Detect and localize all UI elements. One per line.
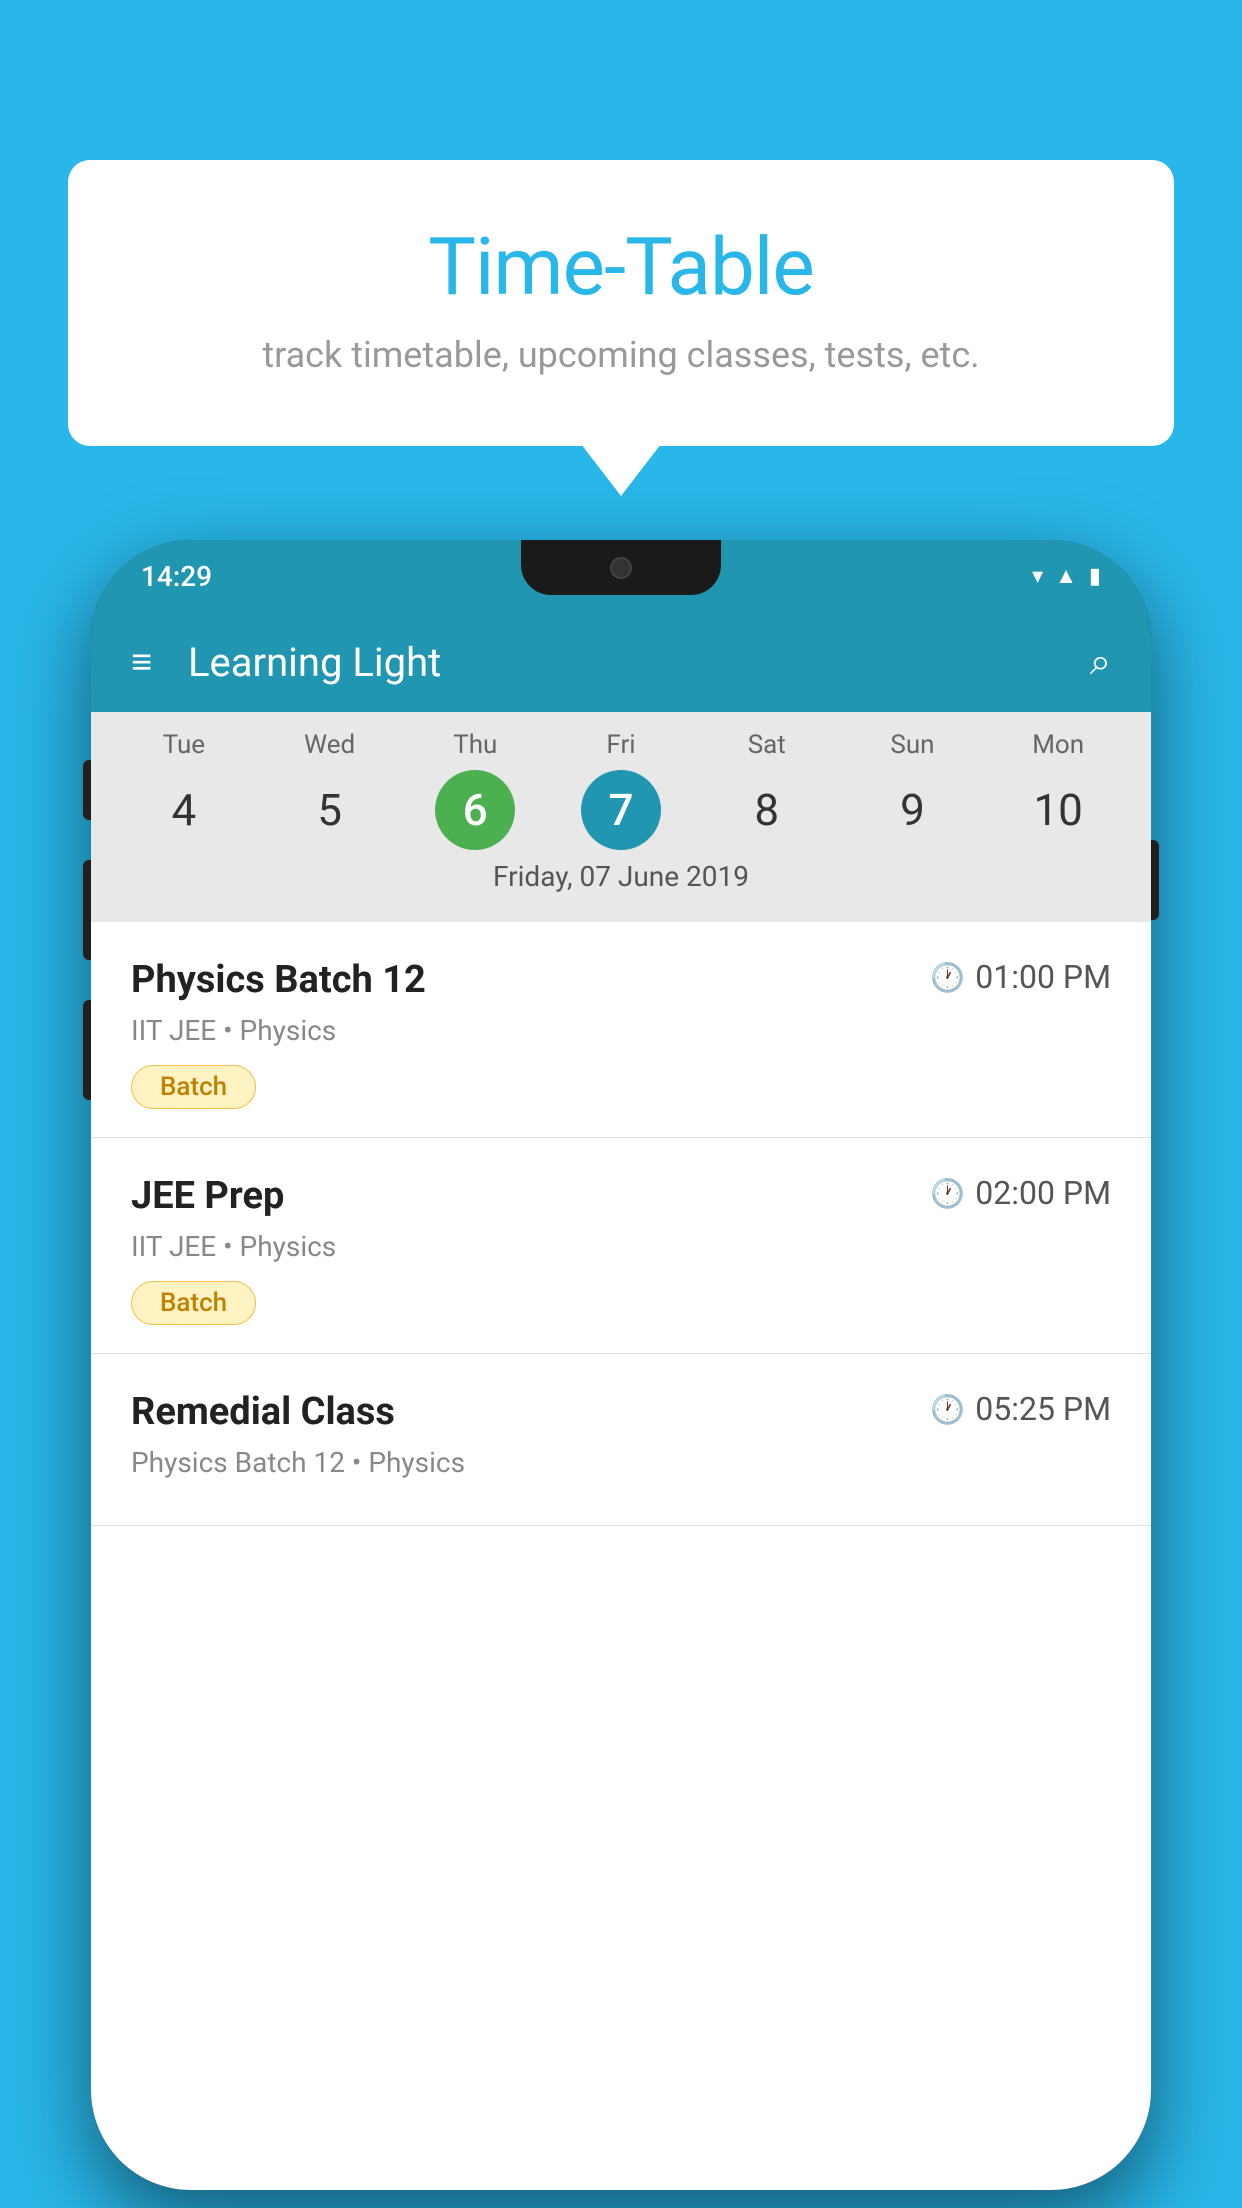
day-number: 7 bbox=[581, 770, 661, 850]
day-col-sat[interactable]: Sat 8 bbox=[694, 730, 840, 850]
day-number: 9 bbox=[872, 770, 952, 850]
tooltip-subtitle: track timetable, upcoming classes, tests… bbox=[128, 334, 1114, 376]
class-subtitle: IIT JEE • Physics bbox=[131, 1014, 1111, 1047]
class-item[interactable]: JEE Prep 🕐 02:00 PM IIT JEE • Physics Batch bbox=[91, 1138, 1151, 1354]
search-icon[interactable]: ⌕ bbox=[1090, 640, 1111, 684]
day-name: Wed bbox=[304, 730, 355, 760]
phone-frame: 14:29 ▾ ▲ ▮ ≡ Learning Light ⌕ Tue4Wed5T… bbox=[91, 540, 1151, 2190]
class-subtitle: Physics Batch 12 • Physics bbox=[131, 1446, 1111, 1479]
day-row: Tue 4 Wed 5 Thu 6 Fri 7 Sat 8 Sun 9 Mon 10 bbox=[91, 712, 1151, 850]
clock-icon: 🕐 bbox=[930, 1393, 965, 1426]
calendar-strip[interactable]: Tue 4 Wed 5 Thu 6 Fri 7 Sat 8 Sun 9 Mon 10 Friday, 07… bbox=[91, 712, 1151, 922]
day-col-fri[interactable]: Fri 7 bbox=[548, 730, 694, 850]
class-name: Physics Batch 12 bbox=[131, 958, 426, 1002]
batch-tag: Batch bbox=[131, 1065, 256, 1109]
day-col-mon[interactable]: Mon 10 bbox=[985, 730, 1131, 850]
time-value: 01:00 PM bbox=[975, 958, 1111, 996]
hamburger-menu-icon[interactable]: ≡ bbox=[131, 641, 152, 683]
day-col-thu[interactable]: Thu 6 bbox=[402, 730, 548, 850]
classes-list: Physics Batch 12 🕐 01:00 PM IIT JEE • Phys… bbox=[91, 922, 1151, 2190]
day-name: Sat bbox=[748, 730, 786, 760]
day-col-sun[interactable]: Sun 9 bbox=[840, 730, 986, 850]
day-number: 6 bbox=[435, 770, 515, 850]
day-name: Fri bbox=[606, 730, 635, 760]
day-col-wed[interactable]: Wed 5 bbox=[257, 730, 403, 850]
wifi-icon: ▾ bbox=[1032, 564, 1043, 589]
class-item-header: Physics Batch 12 🕐 01:00 PM bbox=[131, 958, 1111, 1002]
tooltip-card: Time-Table track timetable, upcoming cla… bbox=[68, 160, 1174, 446]
status-time: 14:29 bbox=[141, 560, 212, 593]
day-number: 5 bbox=[290, 770, 370, 850]
clock-icon: 🕐 bbox=[930, 1177, 965, 1210]
class-name: JEE Prep bbox=[131, 1174, 284, 1218]
phone-notch bbox=[521, 540, 721, 595]
battery-icon: ▮ bbox=[1089, 564, 1101, 589]
front-camera bbox=[610, 557, 632, 579]
day-number: 10 bbox=[1018, 770, 1098, 850]
day-number: 8 bbox=[727, 770, 807, 850]
day-name: Mon bbox=[1032, 730, 1084, 760]
batch-tag: Batch bbox=[131, 1281, 256, 1325]
clock-icon: 🕐 bbox=[930, 961, 965, 994]
class-name: Remedial Class bbox=[131, 1390, 395, 1434]
class-subtitle: IIT JEE • Physics bbox=[131, 1230, 1111, 1263]
status-icons: ▾ ▲ ▮ bbox=[1032, 563, 1101, 589]
class-time: 🕐 05:25 PM bbox=[930, 1390, 1111, 1428]
app-bar-title: Learning Light bbox=[188, 639, 1090, 686]
signal-icon: ▲ bbox=[1055, 563, 1077, 589]
tooltip-title: Time-Table bbox=[128, 220, 1114, 314]
day-col-tue[interactable]: Tue 4 bbox=[111, 730, 257, 850]
class-time: 🕐 02:00 PM bbox=[930, 1174, 1111, 1212]
phone-mockup: 14:29 ▾ ▲ ▮ ≡ Learning Light ⌕ Tue4Wed5T… bbox=[91, 540, 1151, 2190]
app-bar: ≡ Learning Light ⌕ bbox=[91, 612, 1151, 712]
class-item-header: JEE Prep 🕐 02:00 PM bbox=[131, 1174, 1111, 1218]
class-time: 🕐 01:00 PM bbox=[930, 958, 1111, 996]
time-value: 02:00 PM bbox=[975, 1174, 1111, 1212]
day-name: Sun bbox=[890, 730, 934, 760]
class-item-header: Remedial Class 🕐 05:25 PM bbox=[131, 1390, 1111, 1434]
selected-date-label: Friday, 07 June 2019 bbox=[493, 860, 749, 893]
day-name: Tue bbox=[163, 730, 205, 760]
class-item[interactable]: Remedial Class 🕐 05:25 PM Physics Batch 12… bbox=[91, 1354, 1151, 1526]
time-value: 05:25 PM bbox=[975, 1390, 1111, 1428]
day-number: 4 bbox=[144, 770, 224, 850]
day-name: Thu bbox=[453, 730, 497, 760]
class-item[interactable]: Physics Batch 12 🕐 01:00 PM IIT JEE • Phys… bbox=[91, 922, 1151, 1138]
